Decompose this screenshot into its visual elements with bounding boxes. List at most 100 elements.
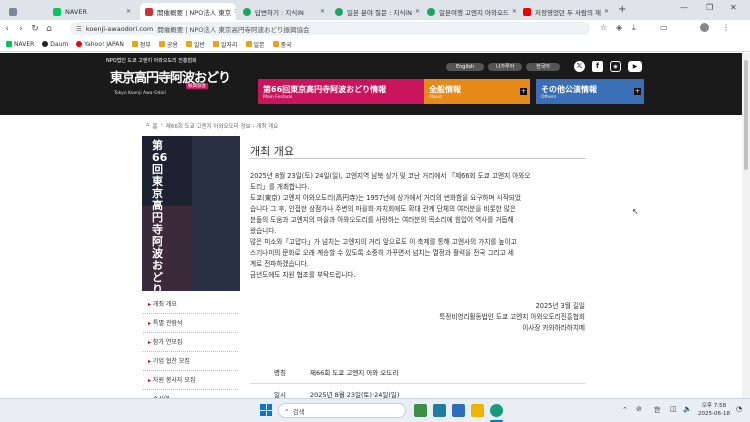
paragraph-line: 습니다 그 후, 인접한 상점가나 주변의 마을회·자치회에도 확대 관계 단체… — [250, 205, 516, 213]
download-icon[interactable]: ⤓ — [632, 23, 636, 33]
breadcrumb-home[interactable]: 홈 — [153, 122, 158, 130]
lang-korean[interactable]: 한국어 — [526, 63, 560, 71]
close-tab-icon[interactable]: ✕ — [231, 8, 236, 15]
speaker-icon[interactable]: ◫ — [670, 405, 677, 413]
sidebar-item-special-seats[interactable]: 특별 관람석 — [143, 314, 238, 333]
ime-indicator[interactable]: 한 — [654, 405, 660, 415]
windows-start-icon[interactable] — [260, 404, 272, 416]
plus-icon: + — [520, 88, 527, 95]
menu-kebab-icon[interactable]: ⋮ — [722, 23, 730, 32]
close-tab-icon[interactable]: ✕ — [317, 8, 325, 15]
sidebar-item-participants[interactable]: 참가 연모집 — [143, 333, 238, 352]
bookmark-daum[interactable]: Daum — [42, 41, 68, 48]
sidebar-image-title: 第66回東京高円寺阿波おどり情報 — [152, 139, 168, 292]
chevron-up-icon[interactable]: ⌃ — [622, 406, 628, 414]
scrollbar-thumb[interactable] — [744, 60, 748, 170]
x-icon[interactable]: 𝕏 — [574, 61, 585, 72]
clock-date: 2025-06-18 — [698, 411, 730, 417]
tab-kin-answer[interactable]: 답변하기 : 지식iN ✕ — [238, 3, 330, 20]
breadcrumb: ⌂ 홈 › 제66회 도쿄 고엔지 아와오도리 정보 › 개최 개요 — [146, 122, 278, 130]
clock[interactable]: 오후 7:58 2025-06-18 — [696, 402, 732, 418]
banner-title: 全般情報 — [429, 84, 461, 94]
close-tab-icon[interactable]: ✕ — [123, 8, 131, 15]
naver-icon — [6, 41, 12, 47]
folder-icon — [185, 41, 192, 47]
tab-kin-japan[interactable]: 일본 분야 질문 : 지식iN ✕ — [330, 3, 422, 20]
facebook-icon[interactable]: f — [592, 61, 603, 72]
tab-kin-travel[interactable]: 일본여행 고엔지 아와오드 ✕ — [422, 3, 518, 20]
bookmark-folder[interactable]: 알자리 — [212, 40, 238, 49]
bookmark-yahoo[interactable]: Yahoo! JAPAN — [76, 41, 124, 48]
lantern-street-image — [192, 136, 240, 291]
folder-icon — [272, 41, 279, 47]
network-icon[interactable]: ⊘ — [636, 405, 642, 413]
banner-main-festival[interactable]: 第66回東京高円寺阿波おどり情報 Main Festival + — [258, 79, 446, 104]
org-name: NPO법인 도쿄 고엔지 아와오도리 진흥협회 — [106, 58, 197, 64]
tab-title: 일본여행 고엔지 아와오드 — [439, 8, 509, 17]
app-icon[interactable] — [414, 404, 427, 417]
sidebar-item-awards[interactable]: 수상연 — [143, 390, 238, 398]
app-icon[interactable] — [433, 404, 446, 417]
back-arrow-icon[interactable]: ‹ — [0, 24, 14, 34]
file-explorer-icon[interactable] — [471, 404, 484, 417]
clock-time: 오후 7:58 — [701, 403, 727, 409]
bookmark-folder[interactable]: 일본 — [245, 40, 265, 49]
forward-arrow-icon[interactable]: › — [14, 24, 28, 34]
tab-naver[interactable]: NAVER ✕ — [48, 3, 136, 20]
breadcrumb-path: 제66회 도쿄 고엔지 아와오도리 정보 › 개최 개요 — [165, 124, 279, 130]
bookmark-folder[interactable]: 중국 — [272, 40, 292, 49]
bookmark-folder[interactable]: 정부 — [131, 40, 151, 49]
site-info-icon[interactable]: ☰ — [76, 25, 82, 33]
info-value: 2025년 8월 23일(토)·24일(일) — [310, 391, 400, 398]
site-logo[interactable]: 東京高円寺阿波おどり — [110, 67, 231, 86]
sidebar-item-volunteers[interactable]: 자원 봉사자 모집 — [143, 371, 238, 390]
tab-title: 開催概要 | NPO法人 東京 — [157, 8, 232, 17]
home-icon[interactable]: ⌂ — [42, 24, 56, 34]
banner-title: 第66回東京高円寺阿波おどり情報 — [263, 84, 387, 94]
close-window-icon[interactable]: ✕ — [730, 3, 737, 12]
lang-english[interactable]: English — [446, 63, 484, 71]
browser-tab-bar: NAVER ✕ 開催概要 | NPO法人 東京 ✕ 답변하기 : 지식iN ✕ … — [0, 0, 750, 20]
tab-0[interactable] — [4, 3, 44, 20]
notification-icon[interactable]: ◔ — [736, 405, 742, 413]
info-table-row: 일시 2025년 8월 23일(토)·24일(일) — [250, 387, 586, 398]
taskbar-search[interactable]: ⌕ 검색 — [278, 403, 406, 418]
lang-other[interactable]: 나가루어 — [488, 63, 522, 71]
maximize-icon[interactable]: ❐ — [706, 3, 713, 12]
mail-icon[interactable] — [452, 404, 465, 417]
tab-title: 일본 분야 질문 : 지식iN — [347, 8, 412, 17]
sidebar-item-sponsors[interactable]: 기업 협찬 모집 — [143, 352, 238, 371]
sidebar-item-overview[interactable]: 개최 개요 — [143, 295, 238, 314]
url-input[interactable]: ☰ koenji-awaodori.com 開催概要 | NPO法人 東京高円寺… — [70, 22, 590, 35]
close-tab-icon[interactable]: ✕ — [601, 8, 609, 15]
bookmark-star-icon[interactable]: ☆ — [600, 23, 607, 32]
sidepanel-icon[interactable]: ▭ — [660, 23, 668, 32]
paragraph-line: 도쿄(東京) 고엔지 아와오도리(高円寺)는 1957년에 상가에서 거리의 번… — [250, 194, 521, 202]
extensions-icon[interactable]: ◈ — [616, 23, 622, 32]
banner-others[interactable]: その他公演情報 Others + — [536, 79, 644, 104]
signature-date: 2025년 3월 길일 — [535, 302, 585, 310]
new-tab-button[interactable]: + — [618, 4, 626, 15]
minimize-icon[interactable]: — — [680, 3, 688, 12]
tab-active[interactable]: 開催概要 | NPO法人 東京 ✕ — [140, 3, 236, 20]
youtube-icon — [523, 7, 531, 16]
youtube-icon[interactable]: ▶ — [628, 61, 642, 72]
close-tab-icon[interactable]: ✕ — [509, 8, 517, 15]
banner-about[interactable]: 全般情報 About + — [424, 79, 530, 104]
info-value: 제66회 도쿄 고엔지 아와 오도리 — [310, 368, 399, 377]
home-icon[interactable]: ⌂ — [146, 122, 150, 130]
bookmark-folder[interactable]: 일반 — [185, 40, 205, 49]
instagram-icon[interactable]: ◉ — [610, 61, 621, 72]
search-placeholder: 검색 — [292, 407, 305, 416]
tab-youtube[interactable]: 저정영었던 두 사람의 재 ✕ — [518, 3, 614, 20]
tab-title: 저정영었던 두 사람의 재 — [535, 8, 601, 17]
close-tab-icon[interactable]: ✕ — [412, 8, 420, 15]
volume-icon[interactable]: 🔈 — [683, 405, 692, 413]
browser-icon[interactable] — [490, 404, 503, 417]
logo-subtitle: Tokyo Koenji Awa-Odori — [114, 91, 167, 96]
bookmark-folder[interactable]: 공용 — [158, 40, 178, 49]
bookmark-naver[interactable]: NAVER — [6, 41, 34, 48]
paragraph-line: 계로 전파하겠습니다. — [250, 260, 309, 268]
reload-icon[interactable]: ↻ — [28, 24, 42, 34]
profile-avatar[interactable] — [700, 23, 709, 32]
